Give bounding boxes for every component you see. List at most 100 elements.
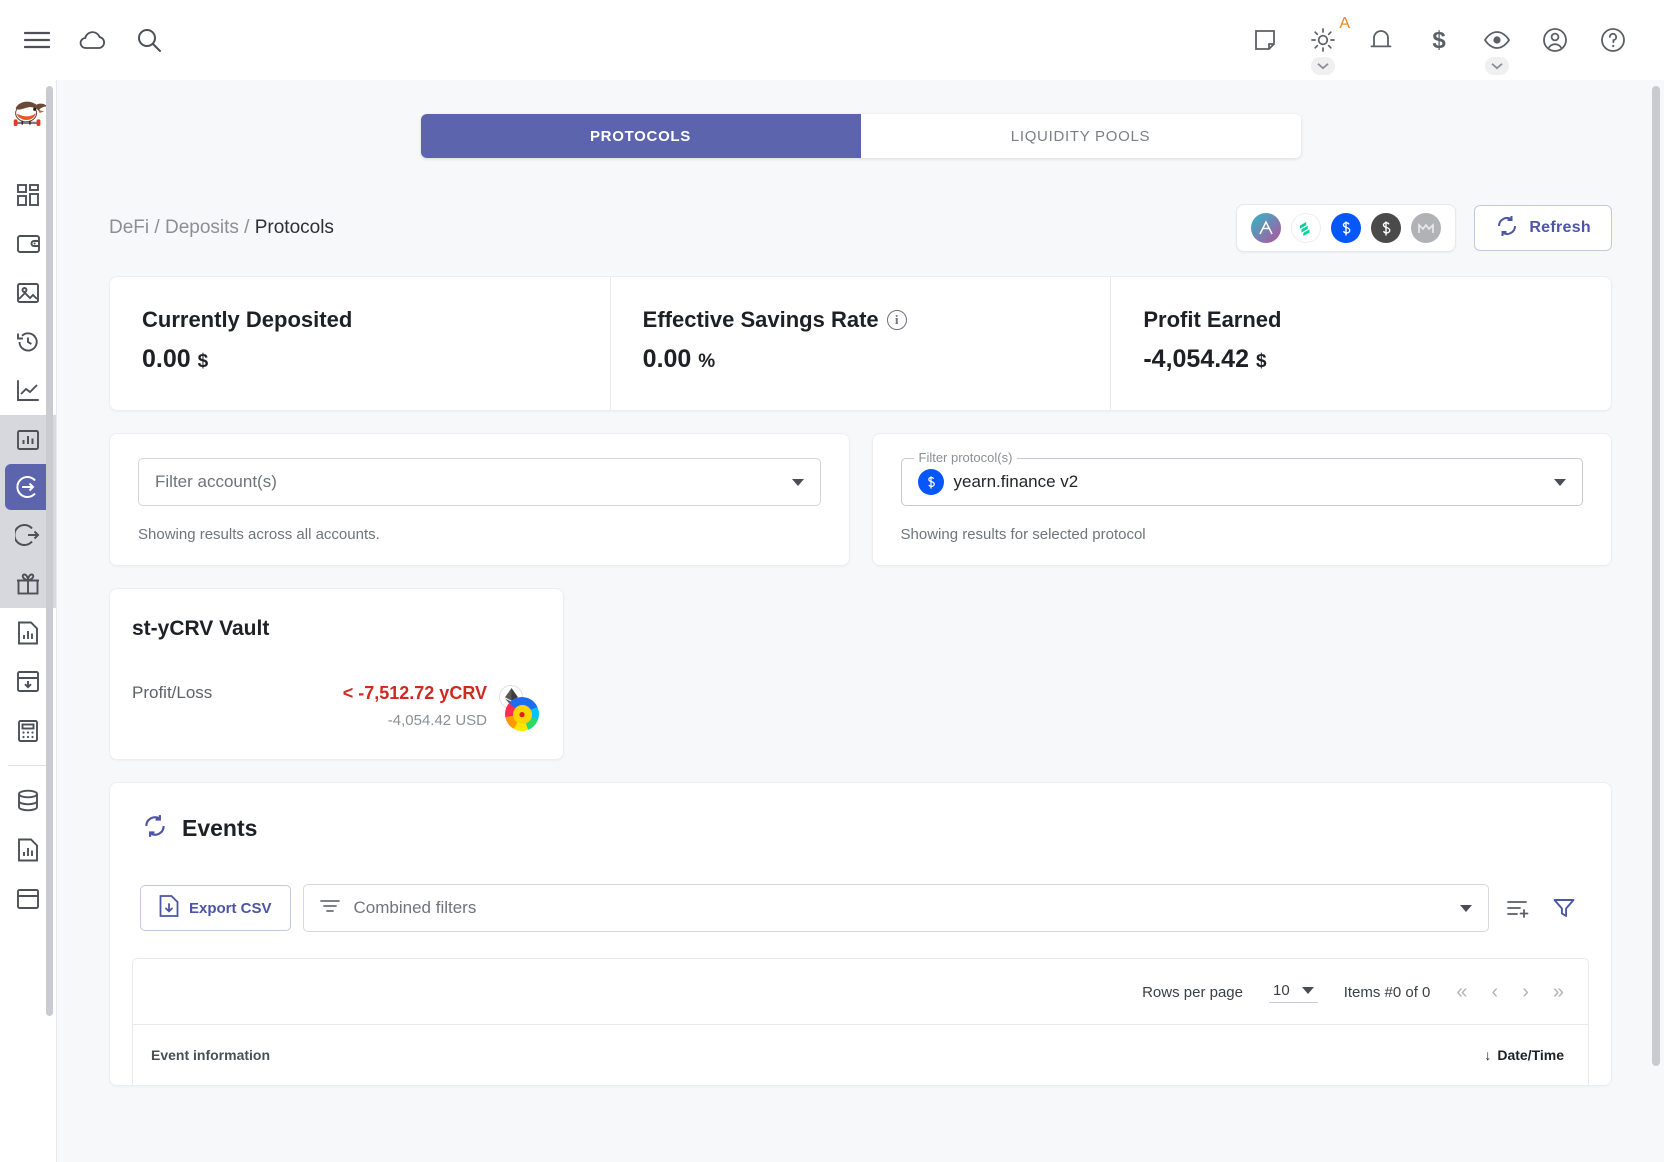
stat-card-currently-deposited: Currently Deposited 0.00 $ xyxy=(110,277,610,410)
breadcrumb-sep-1: / xyxy=(154,217,160,238)
vault-profit-loss-row: Profit/Loss < -7,512.72 yCRV -4,054.42 U… xyxy=(132,683,539,731)
breadcrumb-middle[interactable]: Deposits xyxy=(165,217,239,238)
breadcrumb-actions: Refresh xyxy=(1236,204,1612,252)
top-bar-right: A $ xyxy=(1250,15,1642,75)
combined-filters-placeholder: Combined filters xyxy=(353,898,477,917)
summary-cards: Currently Deposited 0.00 $ Effective Sav… xyxy=(109,276,1612,411)
rows-per-page-label: Rows per page xyxy=(1142,984,1243,1001)
theme-auto-badge: A xyxy=(1339,15,1350,32)
last-page-button[interactable]: » xyxy=(1553,981,1564,1004)
yearn-v2-icon-selected xyxy=(917,469,944,495)
menu-icon[interactable] xyxy=(22,25,52,55)
account-filter-select[interactable]: Filter account(s) xyxy=(138,458,821,506)
robin-bird-logo xyxy=(8,92,48,140)
export-csv-label: Export CSV xyxy=(189,899,272,917)
chevron-down-icon[interactable] xyxy=(791,478,804,486)
filter-lines-icon xyxy=(319,898,340,919)
rainbow-wallet-icon[interactable]: ● xyxy=(505,697,539,731)
events-table-header: Event information ↓ Date/Time xyxy=(133,1024,1588,1085)
main-content: PROTOCOLS LIQUIDITY POOLS DeFi / Deposit… xyxy=(56,80,1664,1162)
protocol-filter-value-wrap: yearn.finance v2 xyxy=(917,469,1079,495)
breadcrumb-root[interactable]: DeFi xyxy=(109,217,149,238)
search-icon[interactable] xyxy=(134,25,164,55)
stat-value-profit: -4,054.42 xyxy=(1143,345,1249,373)
chevron-down-icon[interactable] xyxy=(1554,478,1566,486)
chevron-down-icon[interactable] xyxy=(1460,904,1472,912)
sort-desc-icon: ↓ xyxy=(1484,1047,1492,1063)
stat-title-profit: Profit Earned xyxy=(1143,307,1282,332)
makerdao-icon[interactable] xyxy=(1411,213,1442,243)
dollar-icon[interactable]: $ xyxy=(1424,25,1454,55)
vault-pl-amount: < -7,512.72 yCRV xyxy=(342,683,487,703)
events-pagination: Rows per page 10 Items #0 of 0 « ‹ › » xyxy=(133,959,1588,1024)
breadcrumb-row: DeFi / Deposits / Protocols Refresh xyxy=(57,158,1664,252)
first-page-button[interactable]: « xyxy=(1456,981,1467,1004)
column-header-date-time-label: Date/Time xyxy=(1497,1047,1564,1063)
stat-title-savings-rate: Effective Savings Rate xyxy=(642,307,879,332)
stat-card-profit-earned: Profit Earned -4,054.42 $ xyxy=(1110,277,1611,410)
rows-per-page-select[interactable]: 10 xyxy=(1269,982,1318,1003)
vault-pl-label: Profit/Loss xyxy=(132,683,213,702)
filter-funnel-icon[interactable] xyxy=(1547,891,1581,925)
tab-liquidity-pools[interactable]: LIQUIDITY POOLS xyxy=(860,114,1301,158)
sidebar-divider xyxy=(8,765,48,766)
export-csv-button[interactable]: Export CSV xyxy=(140,885,291,931)
protocol-filter-card: Filter protocol(s) yearn.finance v2 Show… xyxy=(871,433,1612,566)
notification-bell-icon[interactable] xyxy=(1366,25,1396,55)
column-settings-icon[interactable] xyxy=(1501,891,1535,925)
info-icon[interactable]: i xyxy=(886,310,907,330)
column-header-event-information[interactable]: Event information xyxy=(151,1047,270,1063)
aave-icon[interactable] xyxy=(1251,213,1282,243)
events-refresh-icon[interactable] xyxy=(142,813,168,844)
app-root: A $ PROTOCOLS LIQUIDITY POOLS DeFi / Dep… xyxy=(0,0,1664,1162)
theme-sun-icon[interactable]: A xyxy=(1308,15,1350,75)
stat-unit-deposited: $ xyxy=(197,351,209,372)
account-icon[interactable] xyxy=(1540,25,1570,55)
stat-card-effective-savings-rate: Effective Savings Rate i 0.00 % xyxy=(609,277,1111,410)
protocol-filter-select[interactable]: Filter protocol(s) yearn.finance v2 xyxy=(900,450,1583,506)
vault-pl-usd: -4,054.42 USD xyxy=(387,712,487,729)
stat-value-deposited: 0.00 xyxy=(142,345,191,373)
top-bar-left xyxy=(22,25,164,55)
compound-icon[interactable] xyxy=(1291,213,1322,243)
privacy-chevron-down-icon[interactable] xyxy=(1485,57,1509,75)
protocol-filter-value: yearn.finance v2 xyxy=(953,472,1079,491)
vault-title: st-yCRV Vault xyxy=(132,617,270,640)
cloud-icon[interactable] xyxy=(78,25,108,55)
prev-page-button[interactable]: ‹ xyxy=(1492,981,1499,1004)
combined-filters-input[interactable]: Combined filters xyxy=(302,884,1489,932)
next-page-button[interactable]: › xyxy=(1522,981,1529,1004)
sidebar-scrollbar[interactable] xyxy=(46,86,53,1016)
vault-card: st-yCRV Vault Profit/Loss < -7,512.72 yC… xyxy=(109,588,564,760)
theme-chevron-down-icon[interactable] xyxy=(1311,57,1335,75)
note-icon[interactable] xyxy=(1250,25,1280,55)
stat-value-savings-rate: 0.00 xyxy=(642,345,692,373)
yearn-v3-icon[interactable] xyxy=(1371,213,1402,243)
breadcrumb: DeFi / Deposits / Protocols xyxy=(109,217,334,239)
export-download-icon xyxy=(159,895,179,921)
protocol-filter-helper: Showing results for selected protocol xyxy=(900,526,1146,543)
events-panel: Events Export CSV Combined filters Rows … xyxy=(109,782,1612,1086)
events-controls: Export CSV Combined filters xyxy=(132,884,1589,932)
help-icon[interactable] xyxy=(1598,25,1628,55)
filter-row: Filter account(s) Showing results across… xyxy=(109,433,1612,566)
events-table: Rows per page 10 Items #0 of 0 « ‹ › » E… xyxy=(132,958,1589,1085)
main-scrollbar[interactable] xyxy=(1652,86,1660,1066)
refresh-button[interactable]: Refresh xyxy=(1474,205,1612,251)
column-header-date-time[interactable]: ↓ Date/Time xyxy=(1484,1047,1564,1063)
tab-protocols[interactable]: PROTOCOLS xyxy=(420,114,861,158)
stat-title-deposited: Currently Deposited xyxy=(142,307,353,332)
chevron-down-icon[interactable] xyxy=(1301,987,1314,994)
account-filter-helper: Showing results across all accounts. xyxy=(138,526,380,543)
stat-unit-profit: $ xyxy=(1255,351,1267,372)
events-header: Events xyxy=(132,813,1589,844)
top-bar: A $ xyxy=(0,0,1664,80)
vault-pl-values: < -7,512.72 yCRV -4,054.42 USD ● xyxy=(342,683,539,731)
tab-bar: PROTOCOLS LIQUIDITY POOLS xyxy=(57,80,1664,158)
yearn-v2-icon[interactable] xyxy=(1331,213,1362,243)
body-row: PROTOCOLS LIQUIDITY POOLS DeFi / Deposit… xyxy=(0,80,1664,1162)
account-filter-card: Filter account(s) Showing results across… xyxy=(109,433,850,566)
eye-privacy-icon[interactable] xyxy=(1482,25,1512,75)
refresh-icon xyxy=(1495,214,1519,243)
rows-per-page-value: 10 xyxy=(1273,982,1290,999)
